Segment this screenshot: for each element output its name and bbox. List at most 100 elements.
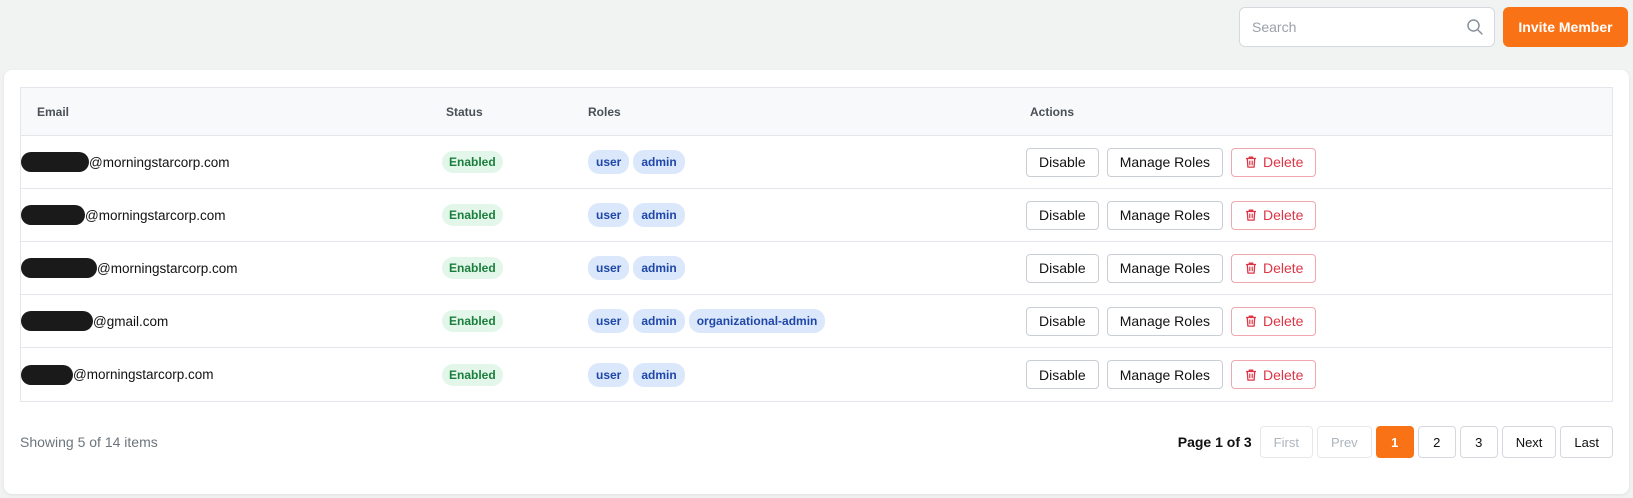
email-cell: @morningstarcorp.com: [21, 152, 430, 172]
delete-button[interactable]: Delete: [1230, 253, 1317, 283]
disable-button[interactable]: Disable: [1026, 306, 1099, 336]
roles-cell: user admin: [574, 362, 1014, 387]
actions-cell: Disable Manage Roles Delete: [1014, 306, 1612, 336]
manage-roles-button[interactable]: Manage Roles: [1106, 147, 1223, 177]
table-row: @morningstarcorp.com Enabled user admin D…: [21, 189, 1612, 242]
trash-icon: [1244, 155, 1258, 169]
delete-button[interactable]: Delete: [1230, 200, 1317, 230]
invite-member-button[interactable]: Invite Member: [1503, 7, 1628, 47]
delete-label: Delete: [1262, 207, 1304, 223]
redacted-username: [21, 205, 85, 225]
role-badge: admin: [633, 150, 685, 174]
trash-icon: [1244, 314, 1258, 328]
disable-button[interactable]: Disable: [1026, 253, 1099, 283]
disable-button[interactable]: Disable: [1026, 200, 1099, 230]
trash-icon: [1244, 368, 1258, 382]
delete-label: Delete: [1262, 154, 1304, 170]
roles-cell: user admin: [574, 150, 1014, 174]
roles-cell: user admin: [574, 256, 1014, 280]
page-1-button[interactable]: 1: [1375, 426, 1414, 458]
redacted-username: [21, 311, 93, 331]
actions-cell: Disable Manage Roles Delete: [1014, 200, 1612, 230]
email-cell: @gmail.com: [21, 311, 430, 331]
actions-cell: Disable Manage Roles Delete: [1014, 147, 1612, 177]
role-badge: organizational-admin: [688, 309, 826, 333]
delete-label: Delete: [1262, 260, 1304, 276]
delete-button[interactable]: Delete: [1230, 306, 1317, 336]
table-row: @morningstarcorp.com Enabled user admin D…: [21, 136, 1612, 189]
role-badge: admin: [633, 256, 685, 280]
next-page-button[interactable]: Next: [1501, 426, 1557, 458]
email-cell: @morningstarcorp.com: [21, 364, 430, 385]
table-body: @morningstarcorp.com Enabled user admin D…: [21, 136, 1612, 401]
disable-button[interactable]: Disable: [1026, 360, 1099, 389]
delete-button[interactable]: Delete: [1230, 360, 1317, 389]
members-table: Email Status Roles Actions @morningstarc…: [20, 87, 1613, 402]
roles-cell: user admin: [574, 203, 1014, 227]
header-roles: Roles: [588, 104, 621, 119]
role-badge: user: [588, 362, 630, 387]
search-icon[interactable]: [1466, 18, 1484, 36]
status-cell: Enabled: [430, 204, 574, 226]
trash-icon: [1244, 261, 1258, 275]
roles-cell: user admin organizational-admin: [574, 309, 1014, 333]
search-input[interactable]: [1252, 19, 1466, 35]
pagination: Page 1 of 3 First Prev 1 2 3 Next Last: [1178, 426, 1613, 458]
role-badge: user: [588, 203, 630, 227]
email-domain: @gmail.com: [93, 313, 169, 329]
role-badge: admin: [633, 309, 685, 333]
status-cell: Enabled: [430, 310, 574, 332]
manage-roles-button[interactable]: Manage Roles: [1106, 200, 1223, 230]
status-badge: Enabled: [442, 151, 503, 173]
manage-roles-button[interactable]: Manage Roles: [1106, 360, 1223, 389]
email-domain: @morningstarcorp.com: [97, 260, 238, 276]
page-info: Page 1 of 3: [1177, 434, 1252, 450]
table-header: Email Status Roles Actions: [21, 88, 1612, 136]
toolbar: Invite Member: [1239, 7, 1628, 47]
actions-cell: Disable Manage Roles Delete: [1014, 360, 1612, 389]
role-badge: admin: [633, 203, 685, 227]
last-page-button[interactable]: Last: [1560, 426, 1613, 458]
members-card: Email Status Roles Actions @morningstarc…: [4, 70, 1629, 494]
items-count: Showing 5 of 14 items: [20, 434, 158, 450]
status-badge: Enabled: [442, 310, 503, 332]
table-row: @gmail.com Enabled user admin organization…: [21, 295, 1612, 348]
first-page-button[interactable]: First: [1259, 426, 1313, 458]
email-cell: @morningstarcorp.com: [21, 258, 430, 278]
header-email: Email: [37, 104, 70, 119]
actions-cell: Disable Manage Roles Delete: [1014, 253, 1612, 283]
email-cell: @morningstarcorp.com: [21, 205, 430, 225]
status-cell: Enabled: [430, 257, 574, 279]
page-2-button[interactable]: 2: [1417, 426, 1456, 458]
delete-label: Delete: [1262, 313, 1304, 329]
role-badge: user: [588, 256, 630, 280]
table-footer: Showing 5 of 14 items Page 1 of 3 First …: [20, 426, 1613, 458]
delete-button[interactable]: Delete: [1230, 147, 1317, 177]
role-badge: user: [588, 309, 630, 333]
search-box[interactable]: [1239, 7, 1495, 47]
status-badge: Enabled: [442, 363, 503, 386]
manage-roles-button[interactable]: Manage Roles: [1106, 253, 1223, 283]
page-3-button[interactable]: 3: [1459, 426, 1498, 458]
redacted-username: [21, 364, 73, 385]
role-badge: user: [588, 150, 630, 174]
redacted-username: [21, 152, 89, 172]
email-domain: @morningstarcorp.com: [89, 154, 230, 170]
status-cell: Enabled: [430, 363, 574, 386]
table-row: @morningstarcorp.com Enabled user admin D…: [21, 348, 1612, 401]
role-badge: admin: [633, 362, 685, 387]
redacted-username: [21, 258, 97, 278]
table-row: @morningstarcorp.com Enabled user admin D…: [21, 242, 1612, 295]
status-badge: Enabled: [442, 257, 503, 279]
email-domain: @morningstarcorp.com: [85, 207, 226, 223]
prev-page-button[interactable]: Prev: [1316, 426, 1372, 458]
email-domain: @morningstarcorp.com: [73, 367, 214, 382]
disable-button[interactable]: Disable: [1026, 147, 1099, 177]
status-cell: Enabled: [430, 151, 574, 173]
delete-label: Delete: [1262, 366, 1304, 383]
status-badge: Enabled: [442, 204, 503, 226]
trash-icon: [1244, 208, 1258, 222]
header-actions: Actions: [1030, 104, 1075, 119]
header-status: Status: [446, 104, 483, 119]
manage-roles-button[interactable]: Manage Roles: [1106, 306, 1223, 336]
